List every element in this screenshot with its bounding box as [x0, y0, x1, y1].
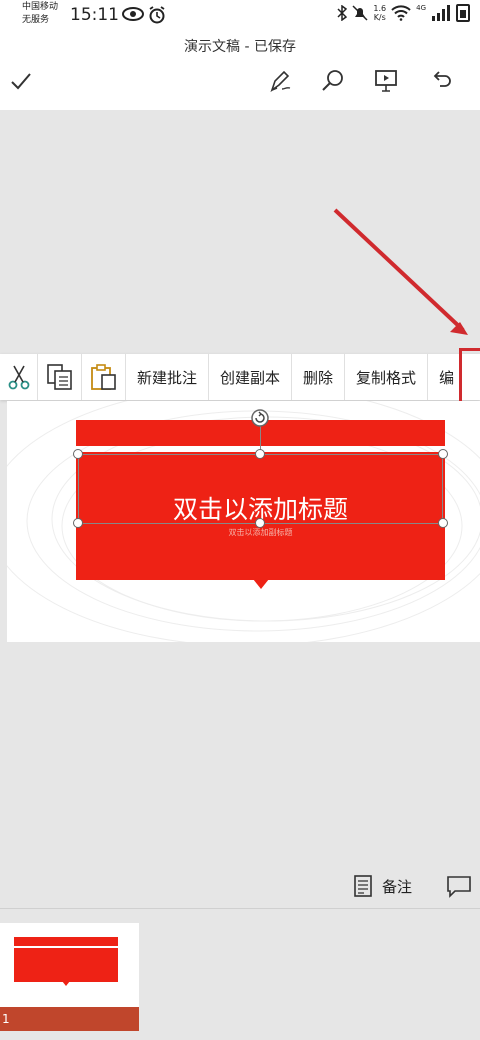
wifi-icon	[391, 5, 411, 21]
thumbnail-strip: 1	[0, 909, 480, 1040]
search-icon	[322, 70, 343, 91]
alarm-icon	[149, 6, 165, 24]
comment-icon	[447, 876, 471, 898]
paste-icon	[90, 364, 116, 390]
thumb-footer: 1	[0, 1007, 139, 1031]
net-speed-value: 1.6	[373, 4, 387, 13]
thumb-top-bar	[14, 937, 118, 946]
annotation-arrow-icon	[333, 208, 468, 335]
resize-handle-top-right[interactable]	[438, 449, 448, 459]
present-icon	[375, 70, 397, 92]
network-type-label: 4G	[416, 4, 426, 12]
carrier-name: 中国移动	[22, 2, 59, 12]
menu-item-duplicate[interactable]: 创建副本	[209, 354, 293, 400]
bluetooth-icon	[337, 5, 348, 21]
net-speed: 1.6 K/s	[373, 4, 386, 22]
menu-item-new-comment[interactable]: 新建批注	[126, 354, 210, 400]
paste-button[interactable]	[82, 354, 126, 400]
resize-handle-top-left[interactable]	[73, 449, 83, 459]
notes-button[interactable]: 备注	[354, 875, 412, 897]
bottom-bar: 备注	[0, 865, 480, 909]
undo-icon	[433, 71, 451, 87]
thumb-pointer	[62, 981, 70, 986]
thumb-red-shape	[14, 948, 118, 982]
resize-handle-bottom-left[interactable]	[73, 518, 83, 528]
carrier-service: 无服务	[22, 15, 50, 25]
slide-number: 1	[2, 1012, 10, 1026]
resize-handle-bottom-right[interactable]	[438, 518, 448, 528]
done-button[interactable]	[6, 66, 36, 96]
scissors-icon	[8, 365, 29, 390]
slide-canvas[interactable]: 双击以添加标题 双击以添加副标题	[7, 401, 480, 642]
slide-thumbnail[interactable]: 1	[0, 923, 139, 1031]
battery-icon	[456, 4, 470, 22]
rotate-handle-icon[interactable]	[250, 408, 270, 428]
present-button[interactable]	[371, 66, 401, 96]
mute-icon	[352, 5, 368, 21]
notes-label: 备注	[382, 877, 413, 896]
selection-frame	[78, 454, 443, 524]
app-bar: 演示文稿 - 已保存	[0, 30, 480, 110]
menu-item-copy-format[interactable]: 复制格式	[345, 354, 429, 400]
comment-button[interactable]	[446, 875, 472, 903]
menu-item-edit[interactable]: 编	[428, 354, 454, 400]
status-bar: 中国移动 无服务 15:11 1.6 K/s 4G	[0, 0, 480, 30]
notes-icon	[354, 875, 372, 897]
copy-button[interactable]	[38, 354, 82, 400]
undo-button[interactable]	[427, 66, 457, 96]
cut-button[interactable]	[0, 354, 38, 400]
signal-icon	[432, 5, 450, 21]
resize-handle-top[interactable]	[255, 449, 265, 459]
subtitle-placeholder[interactable]: 双击以添加副标题	[76, 527, 445, 538]
net-speed-unit: K/s	[373, 13, 386, 22]
status-left-icons	[122, 6, 166, 24]
slide-red-pointer	[253, 579, 269, 589]
pen-icon	[270, 70, 291, 93]
context-menu: 新建批注 创建副本 删除 复制格式 编	[0, 354, 480, 400]
menu-item-delete[interactable]: 删除	[292, 354, 346, 400]
carrier-info: 中国移动 无服务	[22, 1, 58, 27]
draw-button[interactable]	[266, 66, 296, 96]
status-time: 15:11	[70, 5, 119, 25]
copy-icon	[46, 364, 72, 390]
eye-icon	[122, 7, 144, 21]
status-right-icons: 1.6 K/s 4G	[337, 4, 470, 22]
resize-handle-bottom[interactable]	[255, 518, 265, 528]
search-button[interactable]	[318, 66, 348, 96]
check-icon	[11, 73, 31, 90]
document-title: 演示文稿 - 已保存	[184, 39, 296, 55]
